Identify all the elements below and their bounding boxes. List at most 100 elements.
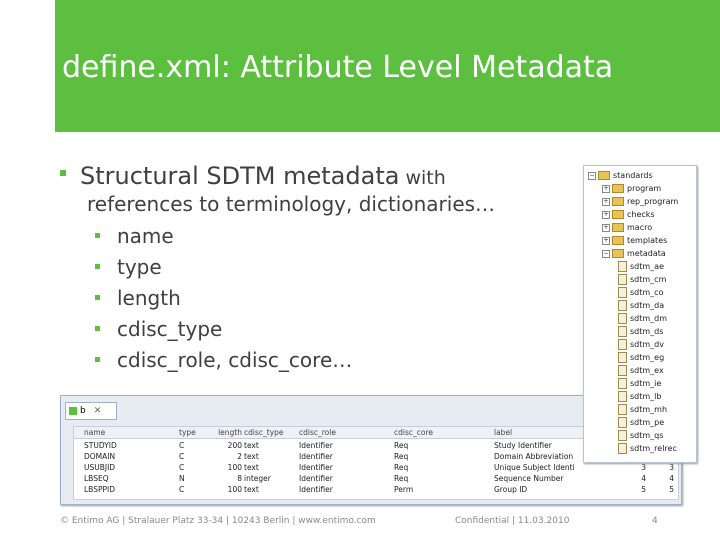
table-cell: 200 <box>227 441 242 450</box>
table-cell: Identifier <box>299 485 333 494</box>
project-tree: − standards + program + rep_program + checks + ma… <box>583 165 697 463</box>
tree-item[interactable]: sdtm_ae <box>618 261 664 273</box>
expand-toggle-icon[interactable]: + <box>602 184 610 193</box>
tree-item-label: sdtm_cm <box>630 275 667 284</box>
tree-item[interactable]: sdtm_da <box>618 300 664 312</box>
main-bullet-line2: references to terminology, dictionaries… <box>87 192 496 216</box>
table-cell: USUBJID <box>84 463 116 472</box>
tree-item-label: sdtm_mh <box>630 405 668 414</box>
tree-item[interactable]: sdtm_dm <box>618 313 667 325</box>
column-header: name <box>84 428 106 437</box>
file-icon <box>618 404 627 415</box>
expand-toggle-icon[interactable]: + <box>602 197 610 206</box>
file-icon <box>618 417 627 428</box>
tree-item-label: program <box>627 184 662 193</box>
file-icon <box>618 391 627 402</box>
table-cell: C <box>179 452 185 461</box>
main-bullet-large-text: Structural SDTM metadata <box>80 162 400 190</box>
tree-item-label: sdtm_qs <box>630 431 664 440</box>
tree-item[interactable]: sdtm_eg <box>618 352 664 364</box>
tree-item[interactable]: sdtm_lb <box>618 391 661 403</box>
table-cell: Req <box>394 474 409 483</box>
close-icon[interactable]: ✕ <box>94 406 102 416</box>
column-header: cdisc_type <box>244 428 284 437</box>
tree-item-label: sdtm_ex <box>630 366 664 375</box>
tree-item-label: sdtm_dv <box>630 340 664 349</box>
sub-bullet-text: cdisc_type <box>117 317 223 341</box>
expand-toggle-icon[interactable]: + <box>602 210 610 219</box>
tree-item-label: templates <box>627 236 668 245</box>
table-cell: Identifier <box>299 441 333 450</box>
table-row[interactable]: LBSPPID C 100 text Identifier Perm Group ID 5 5 <box>74 484 678 495</box>
tree-item-label: sdtm_lb <box>630 392 662 401</box>
table-cell: Identifier <box>299 452 333 461</box>
footer-center: Confidential | 11.03.2010 <box>455 516 570 526</box>
tree-item-label: sdtm_eg <box>630 353 665 362</box>
expand-toggle-icon[interactable]: − <box>588 171 596 180</box>
sub-bullet: cdisc_type <box>95 317 222 341</box>
expand-toggle-icon[interactable]: + <box>602 236 610 245</box>
table-cell: 8 <box>237 474 242 483</box>
main-bullet-small-text: with <box>399 167 446 189</box>
table-cell: Group ID <box>494 485 528 494</box>
table-cell: Sequence Number <box>494 474 564 483</box>
expand-toggle-icon[interactable]: − <box>602 249 610 258</box>
tree-item[interactable]: sdtm_ie <box>618 378 661 390</box>
folder-icon <box>612 184 624 193</box>
table-cell: LBSEQ <box>84 474 109 483</box>
tree-item[interactable]: + checks <box>602 209 655 221</box>
file-icon <box>618 365 627 376</box>
tree-item-label: sdtm_pe <box>630 418 665 427</box>
sub-bullet-text: type <box>117 255 162 279</box>
folder-icon <box>598 171 610 180</box>
tree-item[interactable]: sdtm_cm <box>618 274 666 286</box>
file-icon <box>618 287 627 298</box>
tree-item[interactable]: sdtm_co <box>618 287 663 299</box>
bullet-marker <box>60 170 66 176</box>
tree-item-label: rep_program <box>627 197 679 206</box>
tree-item-label: sdtm_ds <box>630 327 664 336</box>
table-cell: Perm <box>394 485 414 494</box>
slide-title: define.xml: Attribute Level Metadata <box>62 50 614 85</box>
tree-item[interactable]: sdtm_qs <box>618 430 663 442</box>
bullet-marker <box>95 326 100 331</box>
file-icon <box>618 261 627 272</box>
bullet-marker <box>95 357 100 362</box>
sub-bullet: type <box>95 255 162 279</box>
tree-item[interactable]: + rep_program <box>602 196 678 208</box>
tree-item-label: metadata <box>627 249 666 258</box>
tree-item[interactable]: sdtm_dv <box>618 339 664 351</box>
table-cell: Identifier <box>299 474 333 483</box>
bullet-marker <box>95 295 100 300</box>
table-cell: text <box>244 485 259 494</box>
sub-bullet: name <box>95 224 174 248</box>
tree-item[interactable]: sdtm_ds <box>618 326 663 338</box>
file-icon <box>618 443 627 454</box>
table-cell: Identifier <box>299 463 333 472</box>
tree-item[interactable]: − standards <box>588 170 653 182</box>
table-cell: 3 <box>641 463 646 472</box>
tree-item[interactable]: + templates <box>602 235 667 247</box>
tree-item[interactable]: sdtm_ex <box>618 365 664 377</box>
tree-item[interactable]: + macro <box>602 222 652 234</box>
tree-item[interactable]: − metadata <box>602 248 666 260</box>
tree-item[interactable]: sdtm_relrec <box>618 443 677 455</box>
sheet-tab[interactable]: b ✕ <box>65 402 117 420</box>
table-cell: text <box>244 441 259 450</box>
expand-toggle-icon[interactable]: + <box>602 223 610 232</box>
file-icon <box>618 326 627 337</box>
tree-item[interactable]: sdtm_mh <box>618 404 667 416</box>
title-bar: define.xml: Attribute Level Metadata <box>55 0 720 132</box>
tree-item-label: sdtm_relrec <box>630 444 677 453</box>
tree-item[interactable]: sdtm_pe <box>618 417 664 429</box>
table-cell: C <box>179 441 185 450</box>
table-cell: N <box>179 474 185 483</box>
file-icon <box>618 378 627 389</box>
tree-item[interactable]: + program <box>602 183 661 195</box>
table-row[interactable]: LBSEQ N 8 integer Identifier Req Sequence Numb… <box>74 473 678 484</box>
folder-icon <box>612 210 624 219</box>
table-row[interactable]: USUBJID C 100 text Identifier Req Unique Subje… <box>74 462 678 473</box>
bullet-marker <box>95 264 100 269</box>
table-cell: 4 <box>669 474 674 483</box>
folder-icon <box>612 197 624 206</box>
